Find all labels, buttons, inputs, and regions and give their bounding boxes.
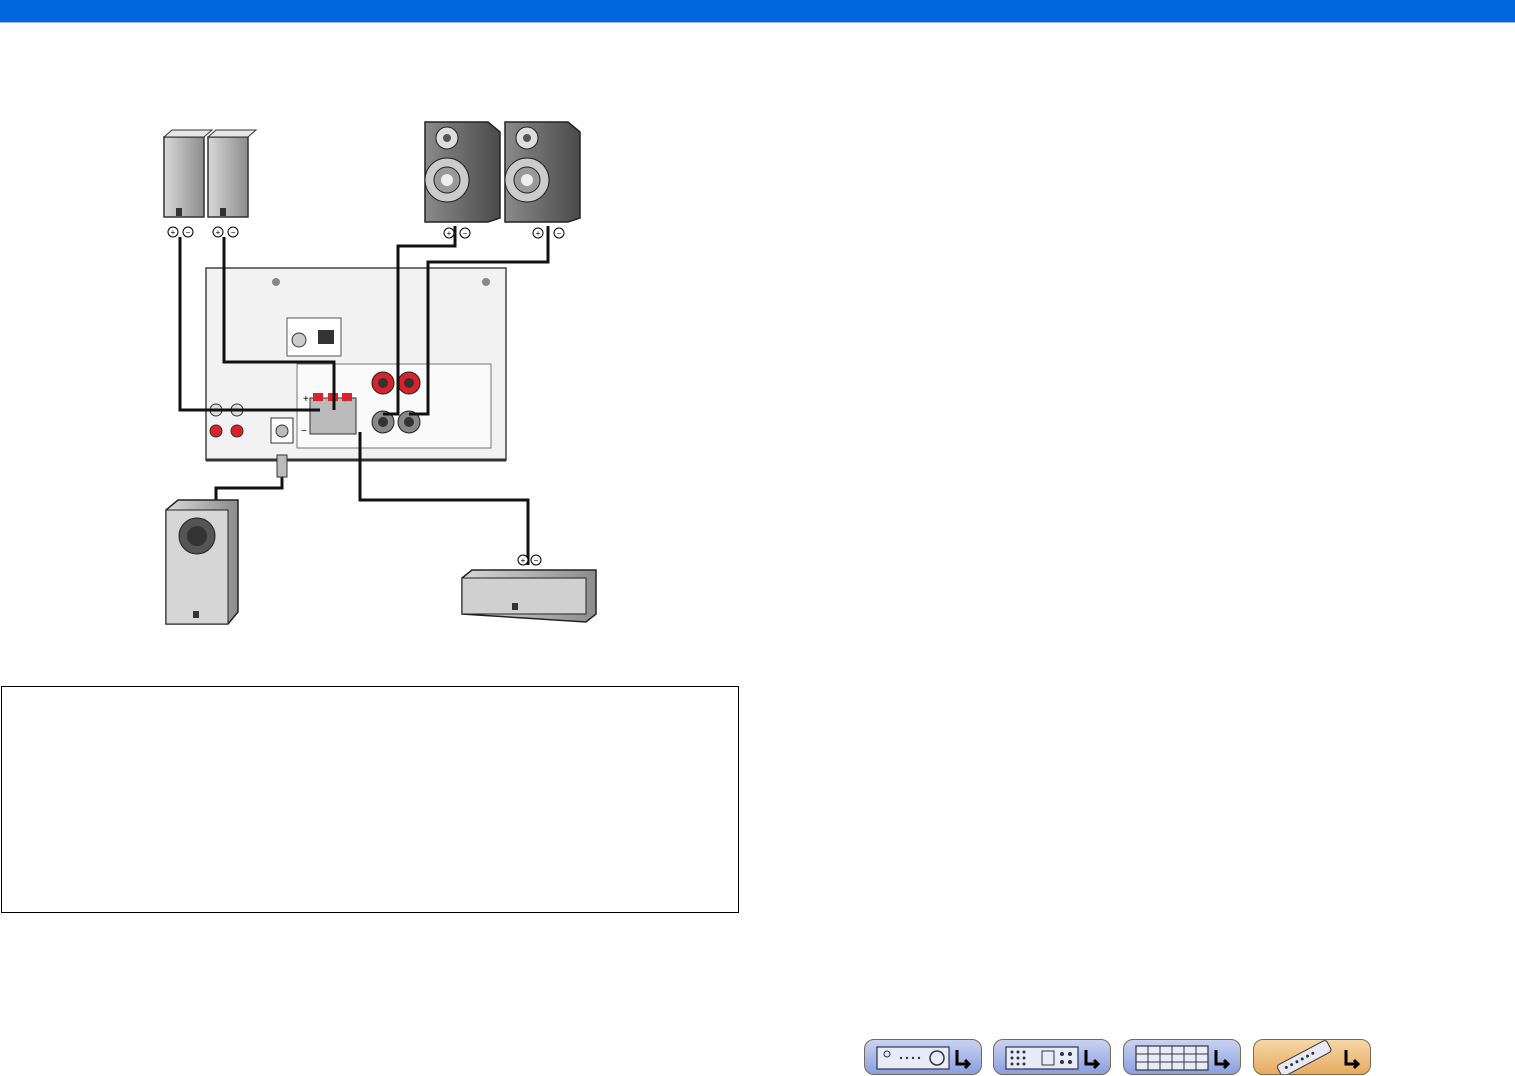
svg-text:−: −: [186, 228, 191, 237]
surround-left-speaker-icon: [162, 129, 214, 218]
nav-front-panel-button[interactable]: [864, 1039, 982, 1075]
svg-text:+: +: [171, 228, 176, 237]
receiver-rear-panel-icon: + −: [205, 267, 507, 462]
svg-text:+: +: [521, 556, 526, 565]
svg-text:−: −: [463, 229, 468, 238]
header-bar: [0, 0, 1515, 22]
svg-text:−: −: [301, 426, 307, 437]
speaker-connection-diagram: + − + − + − + − + − + −: [162, 121, 597, 625]
nav-menu-list-button[interactable]: [1123, 1039, 1241, 1075]
svg-text:+: +: [536, 229, 541, 238]
terminal-marks-surround: + − + −: [167, 226, 239, 238]
remote-control-icon: [1277, 1040, 1361, 1074]
front-left-speaker-icon: [424, 121, 501, 223]
front-right-speaker-icon: [504, 121, 581, 223]
nav-remote-control-button[interactable]: [1253, 1039, 1371, 1075]
svg-text:+: +: [303, 394, 309, 405]
rca-plug-icon: [276, 454, 288, 478]
header-rule: [0, 22, 1515, 23]
svg-text:+: +: [216, 228, 221, 237]
surround-right-speaker-icon: [206, 129, 258, 218]
menu-list-icon: [1135, 1045, 1231, 1071]
svg-text:+: +: [447, 229, 452, 238]
nav-rear-panel-button[interactable]: [993, 1039, 1111, 1075]
svg-text:−: −: [534, 556, 539, 565]
svg-text:−: −: [231, 228, 236, 237]
rear-panel-icon: [1005, 1046, 1101, 1070]
front-panel-icon: [876, 1046, 972, 1070]
svg-text:−: −: [557, 229, 562, 238]
note-box: [1, 686, 739, 913]
terminal-marks-front: + − + −: [443, 227, 565, 239]
center-speaker-icon: [461, 569, 597, 623]
subwoofer-icon: [165, 499, 239, 625]
